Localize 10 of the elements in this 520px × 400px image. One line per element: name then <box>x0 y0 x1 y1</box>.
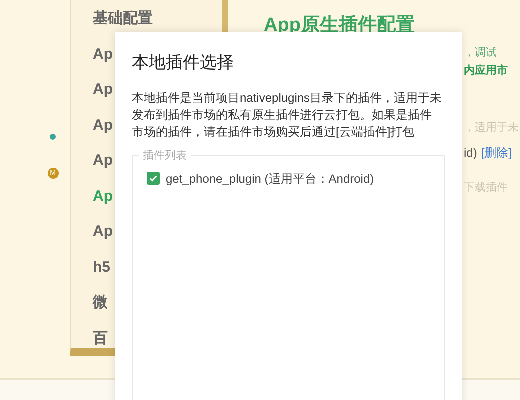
dialog-description: 本地插件是当前项目nativeplugins目录下的插件，适用于未发布到插件市场的私有原生插件进行云打包。如果是插件市场的插件，请在插件市场购买后通过[云端插件]打包 <box>132 90 444 140</box>
note-text: ，调试 <box>464 46 498 60</box>
delete-link[interactable]: [删除] <box>481 144 512 162</box>
check-icon <box>149 174 158 183</box>
note-text: 内应用市 <box>464 64 509 79</box>
dialog-title: 本地插件选择 <box>132 52 235 74</box>
plugin-name: get_phone_plugin (适用平台：Android) <box>166 170 374 188</box>
plugin-text: id) <box>464 145 478 162</box>
sidebar-item[interactable]: 基础配置 <box>93 10 222 28</box>
checkbox[interactable] <box>147 172 160 185</box>
